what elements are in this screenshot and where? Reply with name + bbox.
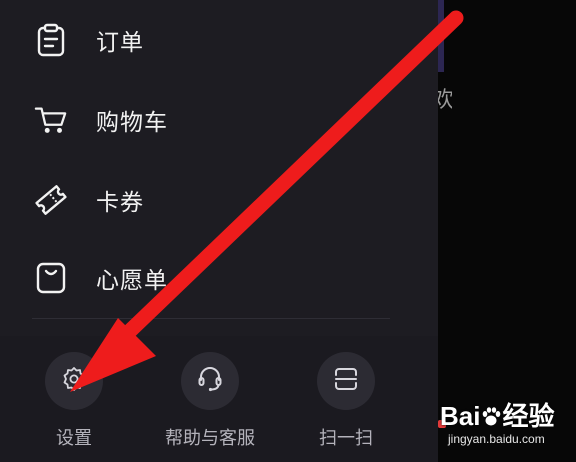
scan-icon [333, 366, 359, 396]
background-app-pane[interactable] [438, 0, 576, 462]
help-service-label: 帮助与客服 [165, 428, 255, 449]
watermark-url: jingyan.baidu.com [448, 432, 545, 446]
scan-label: 扫一扫 [319, 428, 373, 449]
screen: 欢 订单 购物车 卡券 心愿单 设置 帮助与客服 扫一扫 Bai 经验 jing… [0, 0, 576, 462]
settings-label: 设置 [56, 428, 92, 449]
menu-item-orders[interactable]: 订单 [0, 10, 438, 70]
headset-icon [197, 365, 223, 397]
menu-item-label: 购物车 [96, 110, 168, 136]
menu-item-wishlist[interactable]: 心愿单 [0, 248, 438, 308]
paw-icon [483, 407, 501, 426]
side-drawer: 订单 购物车 卡券 心愿单 设置 帮助与客服 扫一扫 [0, 0, 438, 462]
menu-divider [32, 318, 390, 319]
menu-item-cart[interactable]: 购物车 [0, 90, 438, 150]
scan-circle [317, 352, 375, 410]
menu-item-label: 订单 [96, 30, 144, 56]
menu-item-coupons[interactable]: 卡券 [0, 170, 438, 230]
help-service-circle [181, 352, 239, 410]
wishlist-bag-icon [34, 261, 68, 295]
watermark-logo: Bai 经验 [440, 401, 555, 431]
menu-item-label: 心愿单 [96, 268, 168, 294]
ticket-icon [34, 183, 68, 217]
baidu-jingyan-watermark: Bai 经验 jingyan.baidu.com [440, 396, 574, 456]
settings-circle [45, 352, 103, 410]
help-service-button[interactable]: 帮助与客服 [150, 352, 270, 450]
settings-button[interactable]: 设置 [14, 352, 134, 450]
scan-button[interactable]: 扫一扫 [286, 352, 406, 450]
drawer-bottom-bar: 设置 帮助与客服 扫一扫 [0, 336, 438, 462]
clipboard-icon [34, 23, 68, 57]
menu-item-label: 卡券 [96, 190, 144, 216]
cart-icon [34, 103, 68, 137]
gear-icon [61, 366, 87, 396]
background-accent-strip [438, 0, 444, 72]
